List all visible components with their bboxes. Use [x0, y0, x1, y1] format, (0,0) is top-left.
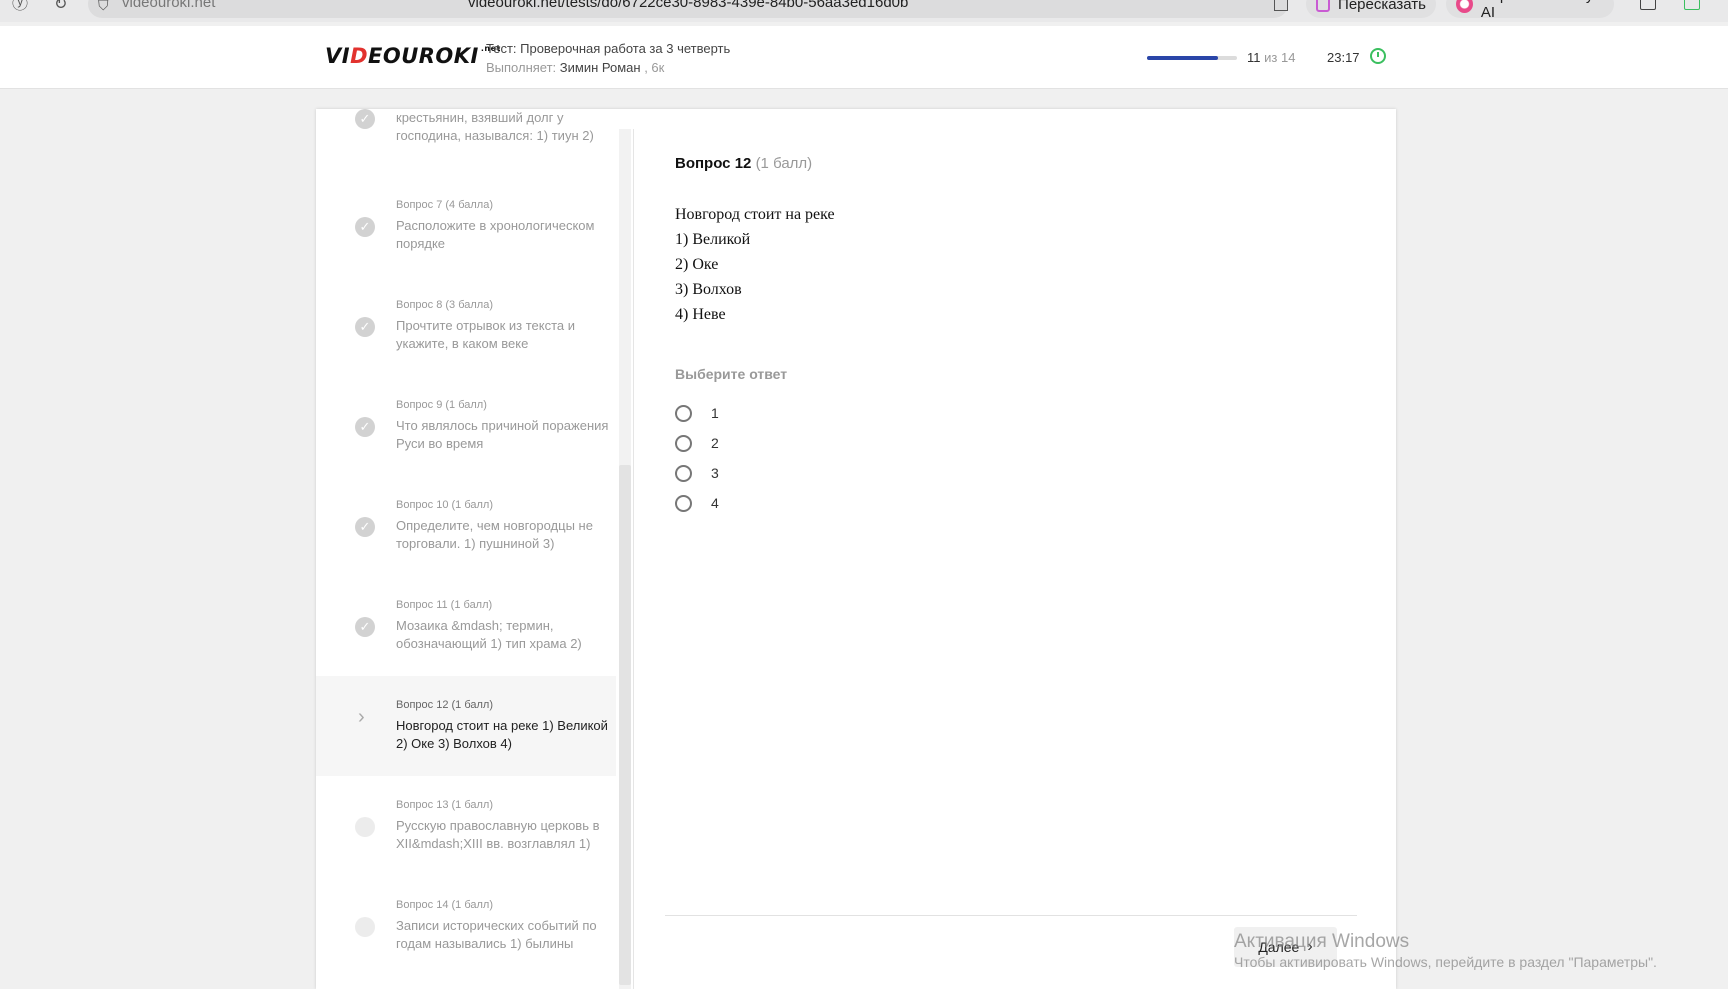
progress-bar: [1147, 56, 1237, 60]
sidebar-question-head: Вопрос 14 (1 балл): [396, 899, 493, 911]
yandex-icon[interactable]: ⓨ: [12, 0, 28, 16]
radio-button[interactable]: [675, 464, 692, 482]
sidebar-question-head: Вопрос 11 (1 балл): [396, 599, 493, 611]
sidebar-question-head: Вопрос 7 (4 балла): [396, 199, 493, 211]
sidebar-question-text: Новгород стоит на реке 1) Великой 2) Оке…: [396, 718, 608, 751]
progress-counter: 11 из 14: [1247, 50, 1296, 65]
answer-option-label: 1: [711, 405, 719, 421]
question-line: 1) Великой: [675, 231, 751, 248]
retell-label: Пересказать: [1338, 0, 1426, 13]
chevron-right-icon: ›: [358, 706, 365, 728]
check-icon: ✓: [355, 217, 375, 237]
question-list: ✓ крестьянин, взявший долг у господина, н…: [316, 109, 616, 989]
windows-activation-title: Активация Windows: [1234, 931, 1410, 952]
performer-info: Выполняет: Зимин Роман , 6к: [486, 60, 665, 75]
check-icon: ✓: [355, 109, 375, 129]
question-line: 3) Волхов: [675, 281, 742, 298]
reload-icon[interactable]: ↻: [54, 0, 67, 16]
sidebar-question-text: Мозаика &mdash; термин, обозначающий 1) …: [396, 618, 582, 651]
answer-option-label: 3: [711, 465, 719, 481]
alarm-clock-icon: [1370, 48, 1386, 64]
alice-icon: [1456, 0, 1473, 13]
check-icon: ✓: [355, 517, 375, 537]
test-card: ✓ крестьянин, взявший долг у господина, н…: [316, 109, 1396, 989]
sidebar-question-text: Что являлось причиной поражения Руси во …: [396, 418, 609, 451]
question-line: Новгород стоит на реке: [675, 206, 835, 223]
sidebar-question-text: Записи исторических событий по годам наз…: [396, 918, 597, 951]
answer-option[interactable]: 2: [675, 433, 719, 453]
check-icon: ✓: [355, 617, 375, 637]
sidebar-question-item[interactable]: Вопрос 14 (1 балл) Записи исторических со…: [316, 876, 616, 976]
address-domain: videouroki.net: [122, 0, 216, 11]
sidebar-question-text: Расположите в хронологическом порядке: [396, 218, 595, 251]
sidebar-question-head: Вопрос 12 (1 балл): [396, 699, 493, 711]
sidebar-question-item[interactable]: ✓ Вопрос 8 (3 балла) Прочтите отрывок из т…: [316, 276, 616, 376]
performer-name: Зимин Роман: [559, 60, 641, 75]
sidebar-question-head: Вопрос 8 (3 балла): [396, 299, 493, 311]
retell-button[interactable]: Пересказать: [1306, 0, 1436, 18]
progress-fill: [1147, 56, 1219, 60]
videouroki-logo[interactable]: VIDEOUROKI .net: [325, 44, 501, 68]
answer-option-label: 4: [711, 495, 719, 511]
alice-label: Спросить Алису AI: [1480, 0, 1594, 21]
sidebar-question-text: Определите, чем новгородцы не торговали.…: [396, 518, 593, 551]
question-line: 2) Оке: [675, 256, 719, 273]
question-title: Вопрос 12 (1 балл): [675, 155, 813, 172]
timer: 23:17: [1327, 50, 1360, 65]
sidebar-question-item[interactable]: ✓ Вопрос 9 (1 балл) Что являлось причиной …: [316, 376, 616, 476]
choose-answer-label: Выберите ответ: [675, 366, 788, 382]
sidebar-question-item[interactable]: Вопрос 13 (1 балл) Русскую православную ц…: [316, 776, 616, 876]
radio-button[interactable]: [675, 434, 692, 452]
windows-activation-text: Чтобы активировать Windows, перейдите в …: [1234, 954, 1657, 970]
sidebar-question-text: крестьянин, взявший долг у господина, на…: [396, 110, 594, 143]
empty-status-icon: [355, 817, 375, 837]
answer-option[interactable]: 1: [675, 403, 719, 423]
sidebar-question-item[interactable]: ✓ Вопрос 10 (1 балл) Определите, чем новго…: [316, 476, 616, 576]
question-text: Новгород стоит на реке 1) Великой 2) Оке 3)…: [675, 202, 835, 327]
browser-toolbar: ⓨ ↻ ⛉ videouroki.net videouroki.net/test…: [0, 0, 1728, 22]
profile-icon[interactable]: [1684, 0, 1700, 10]
sidebar-question-head: Вопрос 13 (1 балл): [396, 799, 493, 811]
test-title: Тест: Проверочная работа за 3 четверть: [486, 41, 731, 56]
sidebar-question-head: Вопрос 10 (1 балл): [396, 499, 493, 511]
extensions-icon[interactable]: [1640, 0, 1656, 10]
ask-alice-button[interactable]: Спросить Алису AI: [1446, 0, 1614, 21]
bookmark-icon[interactable]: [1274, 0, 1288, 11]
question-line: 4) Неве: [675, 306, 726, 323]
sidebar-question-text: Русскую православную церковь в XII&mdash…: [396, 818, 600, 851]
empty-status-icon: [355, 917, 375, 937]
retell-icon: [1316, 0, 1331, 12]
check-icon: ✓: [355, 417, 375, 437]
sidebar-question-item[interactable]: › Вопрос 12 (1 балл) Новгород стоит на рек…: [316, 676, 616, 776]
sidebar-scrollbar-thumb[interactable]: [619, 465, 631, 985]
radio-button[interactable]: [675, 404, 692, 422]
sidebar-question-item[interactable]: ✓ Вопрос 7 (4 балла) Расположите в хроноло…: [316, 176, 616, 276]
address-url[interactable]: videouroki.net/tests/do/6722ce30-8983-43…: [468, 0, 908, 11]
sidebar-question-text: Прочтите отрывок из текста и укажите, в …: [396, 318, 576, 351]
answer-option-label: 2: [711, 435, 719, 451]
site-header: VIDEOUROKI .net Тест: Проверочная работа …: [0, 26, 1728, 89]
shield-icon[interactable]: ⛉: [98, 0, 109, 16]
sidebar-question-head: Вопрос 9 (1 балл): [396, 399, 487, 411]
radio-button[interactable]: [675, 494, 692, 512]
check-icon: ✓: [355, 317, 375, 337]
sidebar-question-item[interactable]: ✓ Вопрос 11 (1 балл) Мозаика &mdash; терми…: [316, 576, 616, 676]
answer-option[interactable]: 3: [675, 463, 719, 483]
answer-option[interactable]: 4: [675, 493, 719, 513]
more-icon[interactable]: ···: [1244, 0, 1260, 8]
footer-divider: [665, 915, 1357, 916]
divider: [633, 129, 634, 989]
